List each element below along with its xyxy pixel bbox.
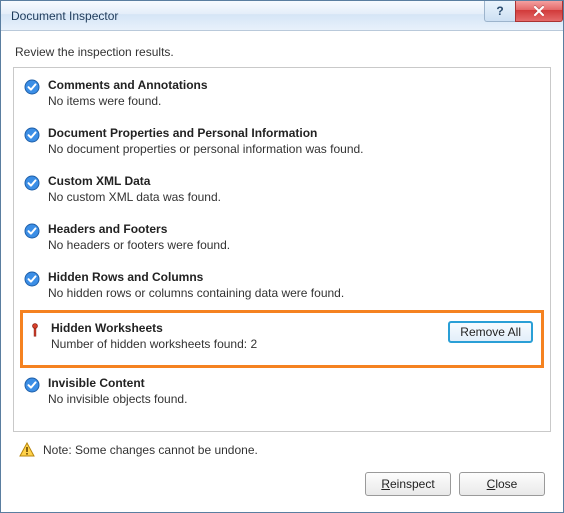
check-icon [24,175,42,191]
result-heading: Headers and Footers [48,222,540,236]
result-heading: Document Properties and Personal Informa… [48,126,540,140]
result-item: Custom XML Data No custom XML data was fo… [14,166,550,214]
dialog-footer: Note: Some changes cannot be undone. Rei… [13,432,551,502]
note-row: Note: Some changes cannot be undone. [17,442,547,458]
remove-all-button[interactable]: Remove All [448,321,533,343]
result-item: Hidden Rows and Columns No hidden rows or… [14,262,550,310]
titlebar: Document Inspector ? [1,1,563,31]
help-button[interactable]: ? [484,1,516,22]
result-heading: Custom XML Data [48,174,540,188]
result-item: Hidden WorksheetsNumber of hidden worksh… [20,310,544,368]
check-icon [24,271,42,287]
titlebar-controls: ? [485,1,563,22]
check-icon [24,127,42,143]
window-title: Document Inspector [11,9,118,23]
warning-icon [19,442,35,458]
button-row: Reinspect Close [17,472,547,496]
alert-icon [27,322,45,338]
result-detail: No hidden rows or columns containing dat… [48,286,540,300]
dialog-body: Review the inspection results. Comments … [1,31,563,512]
result-detail: No headers or footers were found. [48,238,540,252]
result-item: Comments and Annotations No items were fo… [14,70,550,118]
result-detail: No custom XML data was found. [48,190,540,204]
result-heading: Invisible Content [48,376,540,390]
check-icon [24,377,42,393]
note-text: Note: Some changes cannot be undone. [43,443,258,457]
check-icon [24,79,42,95]
check-icon [24,223,42,239]
result-detail: No invisible objects found. [48,392,540,406]
result-text: Invisible Content No invisible objects fo… [42,376,540,406]
result-text: Comments and Annotations No items were fo… [42,78,540,108]
result-item: Document Properties and Personal Informa… [14,118,550,166]
result-heading: Comments and Annotations [48,78,540,92]
result-text: Headers and Footers No headers or footers… [42,222,540,252]
result-text: Document Properties and Personal Informa… [42,126,540,156]
result-item: Headers and Footers No headers or footers… [14,214,550,262]
reinspect-button[interactable]: Reinspect [365,472,451,496]
close-button[interactable]: Close [459,472,545,496]
results-panel: Comments and Annotations No items were fo… [13,67,551,432]
dialog-window: Document Inspector ? Review the inspecti… [0,0,564,513]
result-text: Custom XML Data No custom XML data was fo… [42,174,540,204]
instruction-text: Review the inspection results. [15,45,549,59]
help-icon: ? [496,4,503,18]
result-item: Invisible Content No invisible objects fo… [14,368,550,416]
window-close-button[interactable] [515,1,563,22]
close-icon [533,6,545,16]
result-heading: Hidden Rows and Columns [48,270,540,284]
result-detail: No document properties or personal infor… [48,142,540,156]
result-detail: No items were found. [48,94,540,108]
result-text: Hidden Rows and Columns No hidden rows or… [42,270,540,300]
